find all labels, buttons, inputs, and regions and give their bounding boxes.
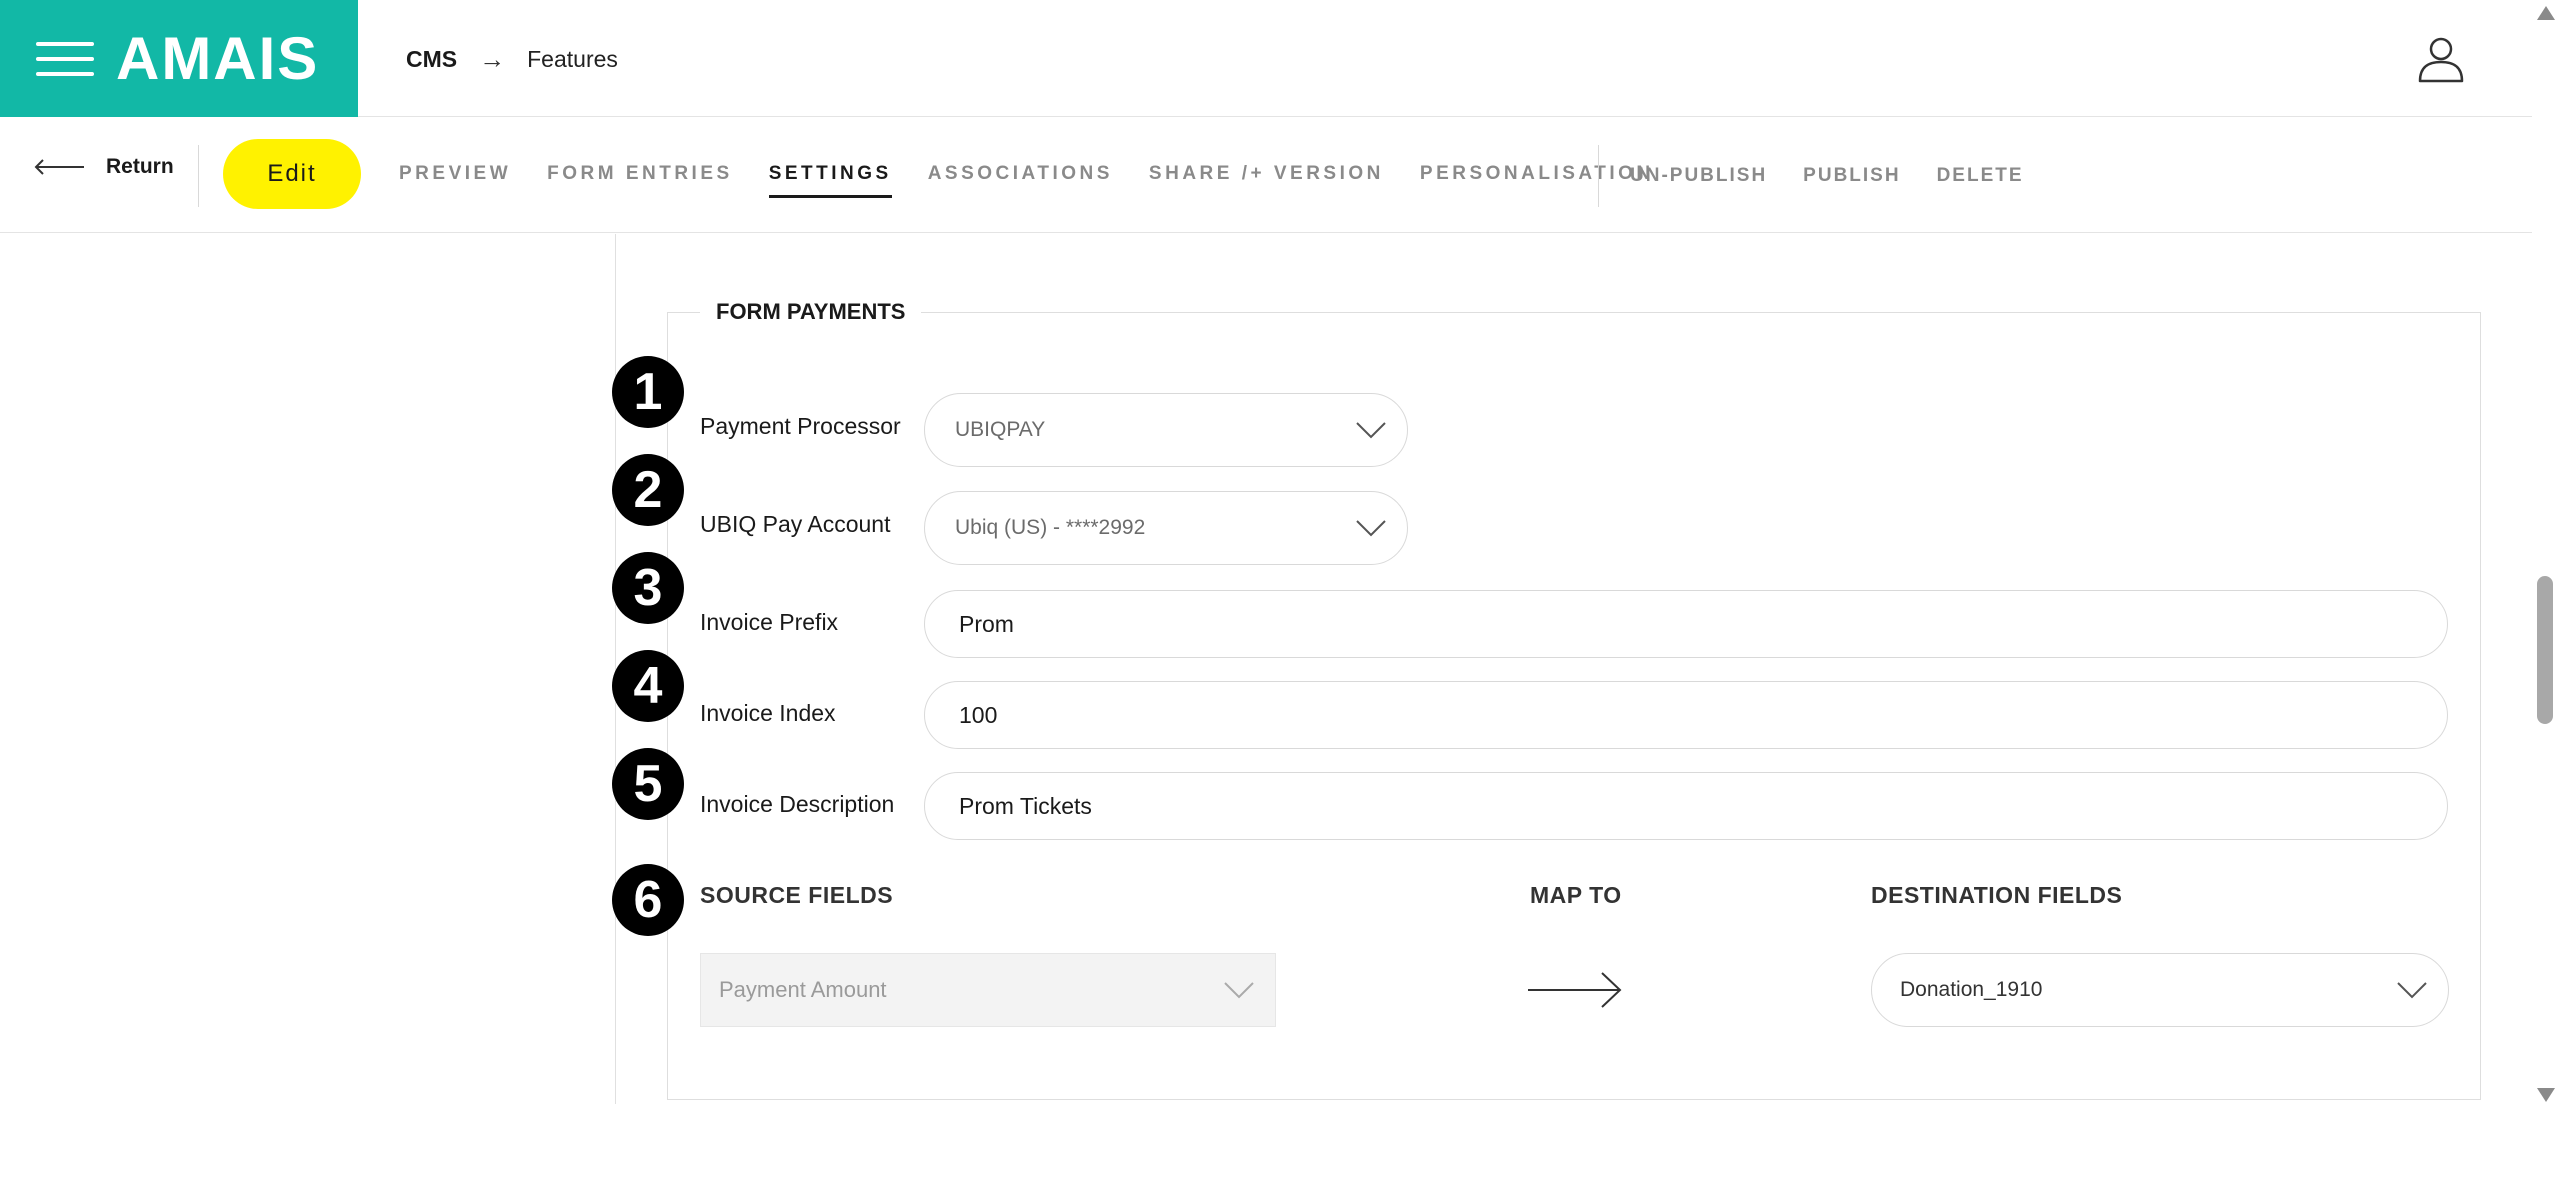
scroll-thumb[interactable] bbox=[2537, 576, 2553, 724]
breadcrumb: CMS → Features bbox=[406, 44, 618, 75]
publish-actions: UN-PUBLISH PUBLISH DELETE bbox=[1630, 165, 2060, 187]
payment-processor-select[interactable]: UBIQPAY bbox=[924, 393, 1408, 467]
tab-preview[interactable]: PREVIEW bbox=[399, 163, 511, 185]
tab-share-version[interactable]: SHARE /+ VERSION bbox=[1149, 163, 1384, 185]
tab-associations[interactable]: ASSOCIATIONS bbox=[928, 163, 1113, 185]
return-button[interactable]: Return bbox=[34, 155, 174, 179]
step-badge-1: 1 bbox=[612, 356, 684, 428]
invoice-index-label: Invoice Index bbox=[700, 700, 836, 726]
return-label: Return bbox=[106, 155, 174, 178]
unpublish-button[interactable]: UN-PUBLISH bbox=[1630, 165, 1767, 187]
delete-button[interactable]: DELETE bbox=[1937, 165, 2024, 187]
invoice-index-input[interactable] bbox=[924, 681, 2448, 749]
tab-settings[interactable]: SETTINGS bbox=[768, 163, 892, 198]
toolbar-divider bbox=[198, 145, 199, 207]
user-icon[interactable] bbox=[2416, 34, 2466, 84]
breadcrumb-cms[interactable]: CMS bbox=[406, 46, 457, 73]
arrow-right-icon bbox=[1528, 972, 1622, 1008]
step-badge-3: 3 bbox=[612, 552, 684, 624]
chevron-down-icon bbox=[1356, 520, 1386, 537]
app-logo[interactable]: AMAIS bbox=[116, 24, 319, 94]
map-to-header: MAP TO bbox=[1530, 882, 1622, 908]
vertical-scrollbar[interactable] bbox=[2532, 0, 2560, 1110]
chevron-down-icon bbox=[1356, 422, 1386, 439]
payment-processor-value: UBIQPAY bbox=[955, 418, 1046, 441]
source-field-select[interactable]: Payment Amount bbox=[700, 953, 1276, 1027]
invoice-description-label: Invoice Description bbox=[700, 791, 895, 817]
tab-bar: PREVIEW FORM ENTRIES SETTINGS ASSOCIATIO… bbox=[399, 163, 1690, 198]
invoice-prefix-label: Invoice Prefix bbox=[700, 609, 839, 635]
breadcrumb-current: Features bbox=[527, 46, 618, 72]
step-badge-4: 4 bbox=[612, 650, 684, 722]
chevron-down-icon bbox=[2397, 982, 2427, 999]
invoice-description-input[interactable] bbox=[924, 772, 2448, 840]
panel-title: FORM PAYMENTS bbox=[700, 299, 922, 325]
source-fields-header: SOURCE FIELDS bbox=[700, 882, 894, 908]
arrow-left-icon bbox=[34, 159, 84, 175]
publish-button[interactable]: PUBLISH bbox=[1803, 165, 1900, 187]
top-header: AMAIS CMS → Features bbox=[0, 0, 2532, 117]
invoice-prefix-input[interactable] bbox=[924, 590, 2448, 658]
source-field-value: Payment Amount bbox=[719, 977, 887, 1002]
hamburger-icon[interactable] bbox=[36, 42, 94, 76]
step-badge-5: 5 bbox=[612, 748, 684, 820]
pay-account-select[interactable]: Ubiq (US) - ****2992 bbox=[924, 491, 1408, 565]
payment-processor-label: Payment Processor bbox=[700, 413, 901, 439]
action-toolbar: Return Edit PREVIEW FORM ENTRIES SETTING… bbox=[0, 117, 2532, 233]
tab-personalisation[interactable]: PERSONALISATION bbox=[1420, 163, 1654, 185]
brand-bar: AMAIS bbox=[0, 0, 358, 117]
step-badge-6: 6 bbox=[612, 864, 684, 936]
scroll-down-arrow-icon[interactable] bbox=[2537, 1088, 2555, 1102]
tab-form-entries[interactable]: FORM ENTRIES bbox=[547, 163, 733, 185]
destination-field-value: Donation_1910 bbox=[1900, 978, 2043, 1001]
step-badge-2: 2 bbox=[612, 454, 684, 526]
chevron-down-icon bbox=[1224, 982, 1254, 999]
scroll-up-arrow-icon[interactable] bbox=[2537, 6, 2555, 20]
toolbar-divider bbox=[1598, 145, 1599, 207]
destination-fields-header: DESTINATION FIELDS bbox=[1871, 882, 2123, 908]
destination-field-select[interactable]: Donation_1910 bbox=[1871, 953, 2449, 1027]
pay-account-label: UBIQ Pay Account bbox=[700, 511, 891, 537]
breadcrumb-arrow-icon: → bbox=[479, 44, 506, 74]
edit-button[interactable]: Edit bbox=[223, 139, 361, 209]
pay-account-value: Ubiq (US) - ****2992 bbox=[955, 516, 1146, 539]
